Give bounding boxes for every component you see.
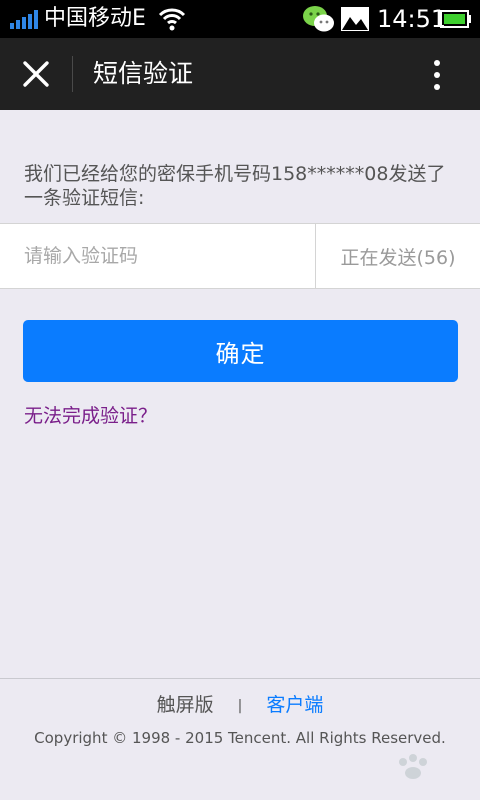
wifi-icon xyxy=(158,8,186,31)
touch-version-link[interactable]: 触屏版 xyxy=(157,694,214,716)
wechat-icon xyxy=(303,6,334,32)
verification-code-input[interactable] xyxy=(0,224,315,288)
verification-notice: 我们已经给您的密保手机号码158******08发送了一条验证短信: xyxy=(24,163,446,209)
cannot-verify-link[interactable]: 无法完成验证？ xyxy=(24,402,157,430)
gallery-icon xyxy=(339,5,371,33)
code-input-row: 正在发送(56) xyxy=(0,223,480,289)
status-bar: 中国移动E 14:51 xyxy=(0,0,480,38)
carrier-name: 中国移动E xyxy=(44,6,146,31)
watermark-icon xyxy=(399,754,427,779)
footer-divider xyxy=(0,678,480,679)
confirm-button[interactable]: 确定 xyxy=(23,320,458,382)
resend-code-button[interactable]: 正在发送(56) xyxy=(316,224,480,288)
clock: 14:51 xyxy=(377,5,447,33)
copyright-text: Copyright © 1998 - 2015 Tencent. All Rig… xyxy=(34,729,446,747)
client-app-link[interactable]: 客户端 xyxy=(266,694,323,716)
title-divider xyxy=(72,56,73,92)
close-icon[interactable] xyxy=(18,56,54,92)
footer-links: 触屏版 | 客户端 xyxy=(0,690,480,720)
battery-icon xyxy=(440,10,471,28)
more-icon[interactable] xyxy=(425,58,449,92)
page-title: 短信验证 xyxy=(93,59,194,88)
footer-separator: | xyxy=(237,697,243,714)
signal-icon xyxy=(10,9,38,29)
title-bar: 短信验证 xyxy=(0,38,480,110)
